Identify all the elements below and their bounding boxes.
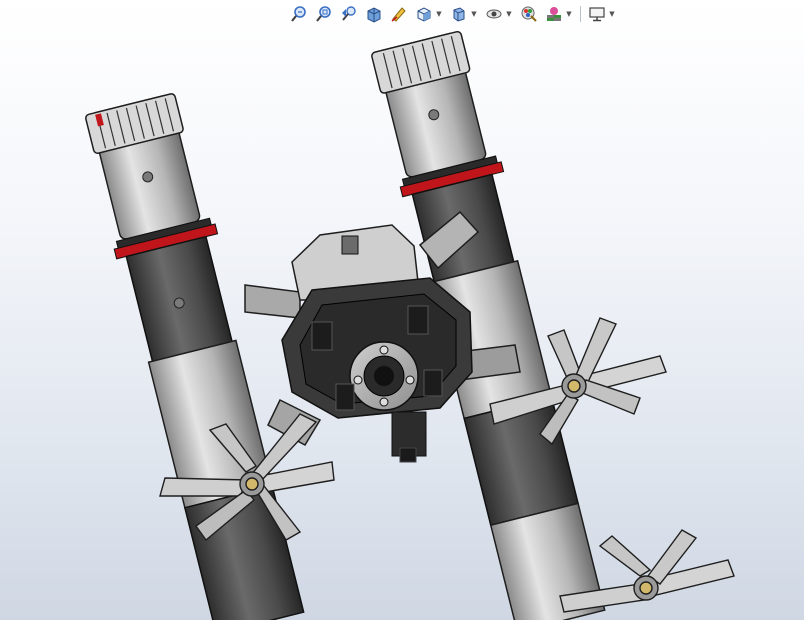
previous-view-icon	[342, 6, 356, 21]
zoom-to-area-icon	[316, 6, 331, 22]
zoom-to-area-button[interactable]	[313, 3, 335, 25]
graphics-viewport[interactable]: ▼ ▼ ▼ ▼ ▼	[0, 0, 804, 620]
hide-show-items-icon	[486, 9, 502, 19]
view-orientation-dropdown[interactable]: ▼	[435, 3, 443, 25]
section-view-button[interactable]	[363, 3, 385, 25]
hide-show-items-button[interactable]	[483, 3, 505, 25]
dynamic-annotation-icon	[391, 7, 406, 22]
zoom-to-fit-icon	[291, 6, 306, 22]
view-orientation-icon	[417, 7, 431, 22]
view-settings-icon	[589, 7, 605, 22]
zoom-to-fit-button[interactable]	[288, 3, 310, 25]
left-leg-tube	[85, 93, 305, 620]
dynamic-annotation-button[interactable]	[388, 3, 410, 25]
robot-assembly-model[interactable]	[0, 0, 804, 620]
view-settings-dropdown[interactable]: ▼	[608, 3, 616, 25]
apply-scene-icon	[547, 7, 561, 21]
view-orientation-button[interactable]	[413, 3, 435, 25]
section-view-icon	[367, 7, 381, 23]
hide-show-items-dropdown[interactable]: ▼	[505, 3, 513, 25]
edit-appearance-icon	[521, 6, 537, 22]
apply-scene-button[interactable]	[543, 3, 565, 25]
display-style-dropdown[interactable]: ▼	[470, 3, 478, 25]
edit-appearance-button[interactable]	[518, 3, 540, 25]
toolbar-separator	[580, 6, 581, 22]
previous-view-button[interactable]	[338, 3, 360, 25]
apply-scene-dropdown[interactable]: ▼	[565, 3, 573, 25]
display-style-icon	[453, 7, 465, 22]
display-style-button[interactable]	[448, 3, 470, 25]
heads-up-view-toolbar: ▼ ▼ ▼ ▼ ▼	[288, 3, 618, 25]
view-settings-button[interactable]	[586, 3, 608, 25]
